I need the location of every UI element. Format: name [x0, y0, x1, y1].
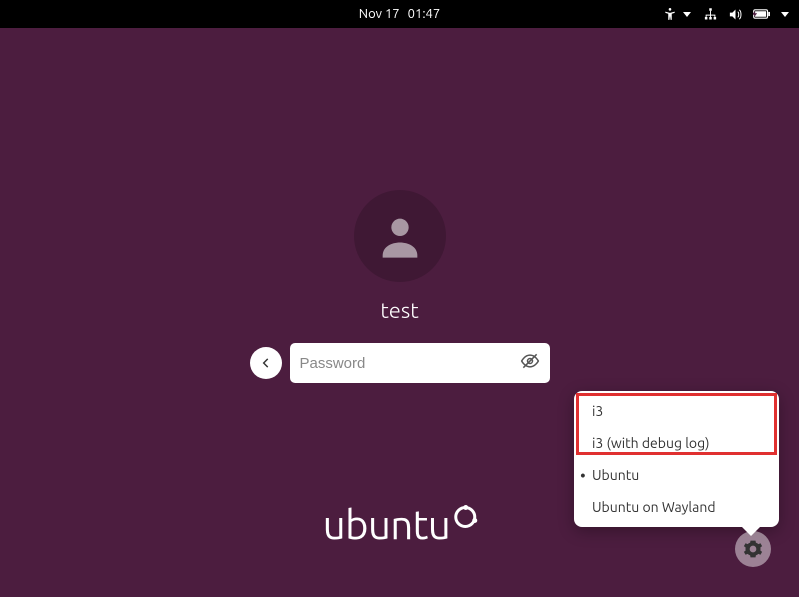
chevron-down-icon: [683, 12, 691, 17]
password-input[interactable]: [300, 355, 512, 372]
chevron-down-icon: [781, 12, 789, 17]
login-panel: test: [250, 190, 550, 383]
session-selector-menu: i3 i3 (with debug log) Ubuntu Ubuntu on …: [574, 391, 779, 527]
session-settings-button[interactable]: [735, 531, 771, 567]
password-field-container: [290, 343, 550, 383]
gear-icon: [743, 539, 763, 559]
person-icon: [374, 210, 426, 262]
logo-text: ubuntu: [323, 502, 450, 547]
user-avatar: [354, 190, 446, 282]
volume-icon: [728, 7, 743, 22]
accessibility-menu[interactable]: [663, 7, 691, 21]
session-option-ubuntu-wayland[interactable]: Ubuntu on Wayland: [574, 491, 779, 523]
system-status-menu[interactable]: [703, 7, 789, 22]
toggle-password-visibility[interactable]: [520, 351, 540, 375]
session-option-ubuntu[interactable]: Ubuntu: [574, 459, 779, 491]
top-bar: Nov 17 01:47: [0, 0, 799, 28]
time-label: 01:47: [408, 7, 441, 21]
battery-icon: [753, 7, 771, 21]
back-button[interactable]: [250, 347, 282, 379]
ubuntu-logo: ubuntu: [323, 502, 476, 547]
chevron-left-icon: [259, 356, 273, 370]
session-option-i3[interactable]: i3: [574, 395, 779, 427]
date-label: Nov 17: [359, 7, 400, 21]
ubuntu-circle-icon: [454, 506, 476, 528]
session-option-i3-debug[interactable]: i3 (with debug log): [574, 427, 779, 459]
network-icon: [703, 7, 718, 22]
username-label: test: [380, 298, 418, 323]
accessibility-icon: [663, 7, 677, 21]
eye-off-icon: [520, 351, 540, 371]
